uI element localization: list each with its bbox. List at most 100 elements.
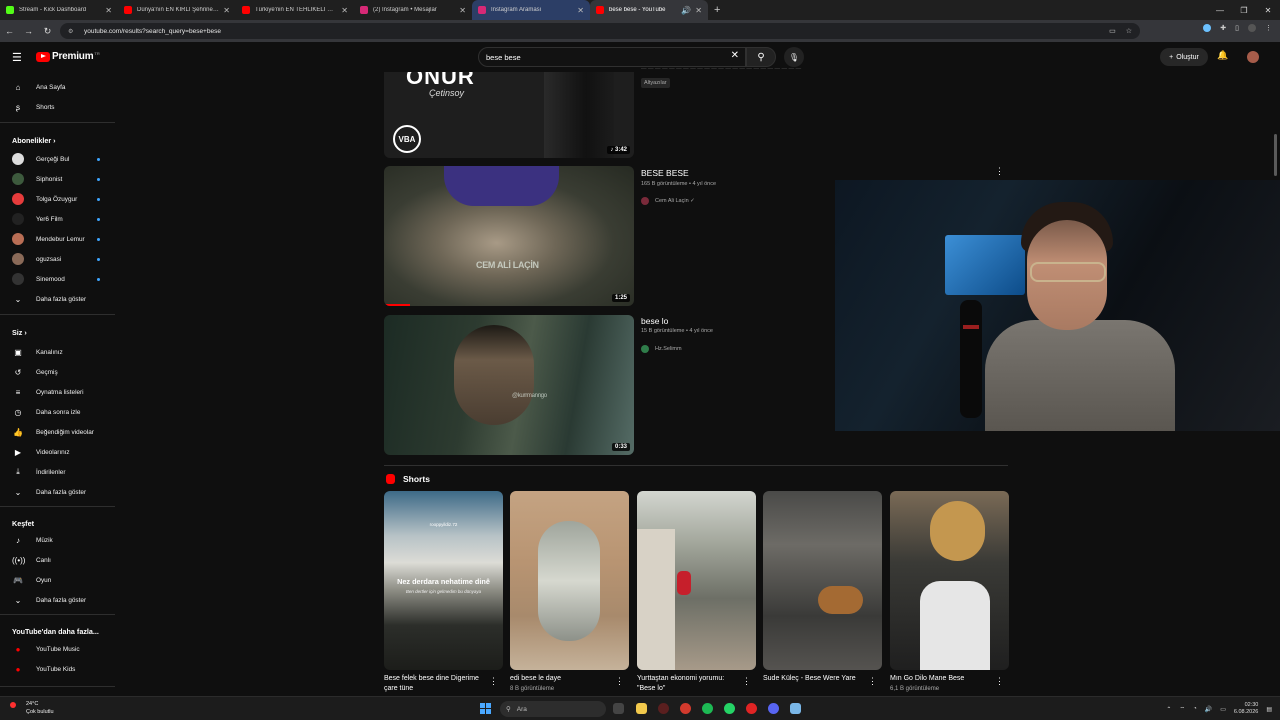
youtube-logo[interactable]: Premium TR bbox=[36, 51, 100, 62]
notifications-icon[interactable]: ▤ bbox=[1266, 706, 1272, 713]
menu-kebab-icon[interactable]: ⋮ bbox=[1265, 24, 1272, 32]
tab-youtube-1[interactable]: Dünya'nın EN KİRLİ Şehrine Gi... ✕ bbox=[118, 0, 236, 20]
battery-icon[interactable]: ▭ bbox=[1220, 706, 1226, 713]
more-actions-kebab-icon[interactable]: ⋮ bbox=[868, 676, 877, 687]
sidebar-channel[interactable]: Yer6 Film bbox=[0, 210, 115, 228]
sidebar-item-history[interactable]: ↺ Geçmiş bbox=[0, 363, 115, 381]
hamburger-menu-icon[interactable]: ☰ bbox=[12, 51, 22, 64]
sidebar-item-shorts[interactable]: ʂ Shorts bbox=[0, 98, 115, 116]
short-title[interactable]: Bese felek bese dine Digerime çare tüne bbox=[384, 674, 488, 694]
speaker-icon[interactable]: 🔊 bbox=[681, 6, 691, 15]
cast-icon[interactable]: ▭ bbox=[1109, 27, 1116, 35]
video-channel[interactable]: Hz.Selimm bbox=[641, 345, 682, 353]
short-title[interactable]: edi bese le daye bbox=[510, 674, 614, 684]
more-actions-kebab-icon[interactable]: ⋮ bbox=[742, 676, 751, 687]
sidebar-channel[interactable]: Siphonist bbox=[0, 170, 115, 188]
subscriptions-header[interactable]: Abonelikler › bbox=[12, 136, 56, 145]
sidebar-channel[interactable]: Gerçeği Bul bbox=[0, 150, 115, 168]
tab-kick[interactable]: Stream - Kick Dashboard ✕ bbox=[0, 0, 118, 20]
video-thumbnail[interactable]: CEM ALİ LAÇİN 1:25 bbox=[384, 166, 634, 306]
task-view-icon[interactable] bbox=[613, 703, 624, 714]
close-icon[interactable]: ✕ bbox=[223, 6, 230, 15]
sidepanel-icon[interactable]: ▯ bbox=[1235, 24, 1239, 32]
sidebar-channel[interactable]: Mendebur Lemur bbox=[0, 230, 115, 248]
weather-widget[interactable]: 24°C Çok bulutlu bbox=[10, 700, 54, 716]
network-icon[interactable]: ⌔ bbox=[1179, 705, 1185, 713]
tab-instagram-search[interactable]: Instagram Araması ✕ bbox=[472, 0, 590, 20]
profile-avatar[interactable] bbox=[1248, 24, 1256, 32]
chrome-icon[interactable] bbox=[680, 703, 691, 714]
bookmark-star-icon[interactable]: ☆ bbox=[1126, 27, 1132, 35]
close-icon[interactable]: ✕ bbox=[577, 6, 584, 15]
page-scrollbar[interactable] bbox=[1274, 134, 1277, 176]
search-button[interactable]: ⚲ bbox=[746, 47, 776, 67]
voice-search-button[interactable]: 🎙 bbox=[784, 47, 804, 67]
new-tab-button[interactable]: + bbox=[714, 4, 720, 16]
sidebar-item-live[interactable]: ((•)) Canlı bbox=[0, 551, 115, 569]
more-actions-kebab-icon[interactable]: ⋮ bbox=[995, 166, 1004, 177]
wifi-icon[interactable]: ◔ bbox=[1193, 706, 1197, 712]
volume-icon[interactable]: 🔊 bbox=[1205, 706, 1212, 713]
sidebar-item-your-channel[interactable]: ▣ Kanalınız bbox=[0, 343, 115, 361]
create-button[interactable]: + Oluştur bbox=[1160, 48, 1208, 66]
sidebar-item-home[interactable]: ⌂ Ana Sayfa bbox=[0, 78, 115, 96]
sidebar-item-music[interactable]: ♪ Müzik bbox=[0, 531, 115, 549]
close-icon[interactable]: ✕ bbox=[459, 6, 466, 15]
close-icon[interactable]: ✕ bbox=[695, 6, 702, 15]
clear-search-icon[interactable]: ✕ bbox=[731, 50, 739, 61]
video-channel[interactable]: Cem Ali Laçin ✓ bbox=[641, 197, 695, 205]
taskbar-search[interactable]: ⚲ Ara bbox=[500, 701, 606, 717]
back-icon[interactable]: ← bbox=[0, 26, 19, 36]
more-actions-kebab-icon[interactable]: ⋮ bbox=[995, 676, 1004, 687]
close-window-icon[interactable]: ✕ bbox=[1256, 6, 1280, 15]
whatsapp-icon[interactable] bbox=[724, 703, 735, 714]
sidebar-channel[interactable]: oguzsasi bbox=[0, 250, 115, 268]
sidebar-show-more[interactable]: ⌄ Daha fazla göster bbox=[0, 483, 115, 501]
tab-instagram-messages[interactable]: (2) Instagram • Mesajlar ✕ bbox=[354, 0, 472, 20]
app-icon[interactable] bbox=[746, 703, 757, 714]
sidebar-show-more[interactable]: ⌄ Daha fazla göster bbox=[0, 290, 115, 308]
extension-icon[interactable] bbox=[1203, 24, 1212, 32]
short-title[interactable]: Yurttaştan ekonomi yorumu: "Bese lo" bbox=[637, 674, 741, 694]
windows-start-icon[interactable] bbox=[480, 703, 491, 714]
notifications-bell-icon[interactable]: 🔔 bbox=[1217, 50, 1228, 61]
video-title[interactable]: bese lo bbox=[641, 316, 668, 326]
site-info-icon[interactable]: ⚙ bbox=[68, 28, 78, 35]
short-thumbnail[interactable] bbox=[637, 491, 756, 670]
maximize-icon[interactable]: ❐ bbox=[1232, 6, 1256, 15]
short-thumbnail[interactable] bbox=[890, 491, 1009, 670]
video-title[interactable]: BESE BESE bbox=[641, 168, 689, 178]
search-input[interactable]: bese bese ✕ bbox=[478, 47, 746, 67]
more-actions-kebab-icon[interactable]: ⋮ bbox=[489, 676, 498, 687]
sidebar-item-youtube-music[interactable]: ● YouTube Music bbox=[0, 640, 115, 658]
short-thumbnail[interactable] bbox=[510, 491, 629, 670]
account-avatar[interactable] bbox=[1247, 51, 1259, 63]
sidebar-item-your-videos[interactable]: ▶ Videolarınız bbox=[0, 443, 115, 461]
chevron-up-icon[interactable]: ⌃ bbox=[1166, 706, 1171, 713]
file-explorer-icon[interactable] bbox=[636, 703, 647, 714]
app-icon[interactable] bbox=[658, 703, 669, 714]
address-bar[interactable]: ⚙ youtube.com/results?search_query=bese+… bbox=[60, 23, 1140, 39]
minimize-icon[interactable]: — bbox=[1208, 6, 1232, 15]
sidebar-channel[interactable]: Sinemood bbox=[0, 270, 115, 288]
spotify-icon[interactable] bbox=[702, 703, 713, 714]
short-thumbnail[interactable]: rooppyildiz.72 Nez derdara nehatime dinê… bbox=[384, 491, 503, 670]
video-thumbnail[interactable]: ONUR Çetinsoy VBA ♪ 3:42 bbox=[384, 72, 634, 158]
close-icon[interactable]: ✕ bbox=[341, 6, 348, 15]
tab-youtube-2[interactable]: Türkiye'nin EN TEHLİKELİ Roma... ✕ bbox=[236, 0, 354, 20]
taskbar-clock[interactable]: 02:30 6.08.2026 bbox=[1234, 702, 1258, 716]
sidebar-channel[interactable]: Tolga Özuygur bbox=[0, 190, 115, 208]
forward-icon[interactable]: → bbox=[19, 26, 38, 36]
sidebar-item-downloads[interactable]: ⤓ İndirilenler bbox=[0, 463, 115, 481]
sidebar-item-playlists[interactable]: ≡ Oynatma listeleri bbox=[0, 383, 115, 401]
sidebar-item-liked[interactable]: 👍 Beğendiğim videolar bbox=[0, 423, 115, 441]
sidebar-show-more[interactable]: ⌄ Daha fazla göster bbox=[0, 591, 115, 609]
sidebar-item-youtube-kids[interactable]: ● YouTube Kids bbox=[0, 660, 115, 678]
short-thumbnail[interactable] bbox=[763, 491, 882, 670]
sidebar-item-watch-later[interactable]: ◷ Daha sonra izle bbox=[0, 403, 115, 421]
extensions-puzzle-icon[interactable]: ✚ bbox=[1220, 24, 1226, 32]
sidebar-item-gaming[interactable]: 🎮 Oyun bbox=[0, 571, 115, 589]
you-header[interactable]: Siz › bbox=[12, 328, 27, 337]
reload-icon[interactable]: ↻ bbox=[38, 26, 57, 37]
more-actions-kebab-icon[interactable]: ⋮ bbox=[615, 676, 624, 687]
